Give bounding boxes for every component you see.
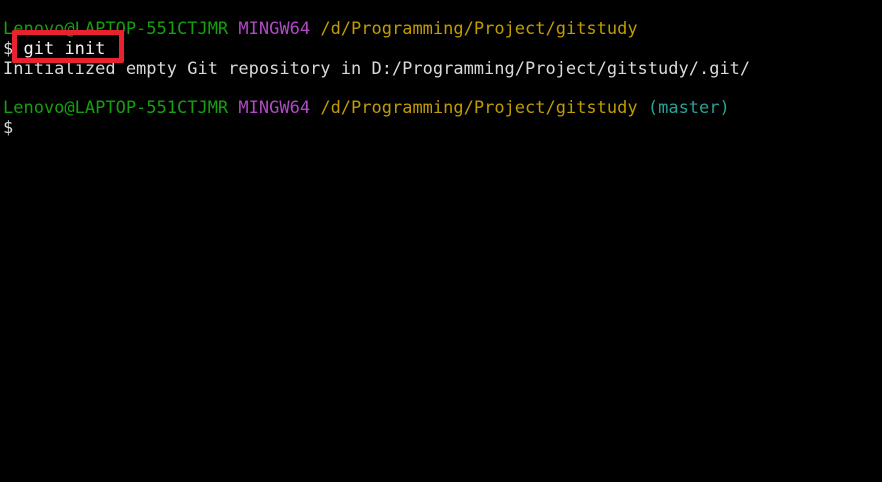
command-line-active[interactable]: $ — [3, 118, 882, 138]
command-line: $ git init — [3, 39, 882, 59]
prompt-line: Lenovo@LAPTOP-551CTJMR MINGW64 /d/Progra… — [3, 19, 882, 39]
output-line: Initialized empty Git repository in D:/P… — [3, 59, 882, 79]
working-directory: /d/Programming/Project/gitstudy — [320, 98, 638, 118]
terminal-window[interactable]: Lenovo@LAPTOP-551CTJMR MINGW64 /d/Progra… — [0, 0, 882, 482]
system-name: MINGW64 — [238, 19, 311, 39]
user-host: Lenovo@LAPTOP-551CTJMR — [3, 98, 229, 118]
system-name: MINGW64 — [238, 98, 311, 118]
git-branch: (master) — [647, 98, 730, 118]
working-directory: /d/Programming/Project/gitstudy — [320, 19, 638, 39]
prompt-symbol: $ — [3, 118, 14, 138]
prompt-line: Lenovo@LAPTOP-551CTJMR MINGW64 /d/Progra… — [3, 98, 882, 118]
command-highlight-box — [12, 30, 124, 63]
